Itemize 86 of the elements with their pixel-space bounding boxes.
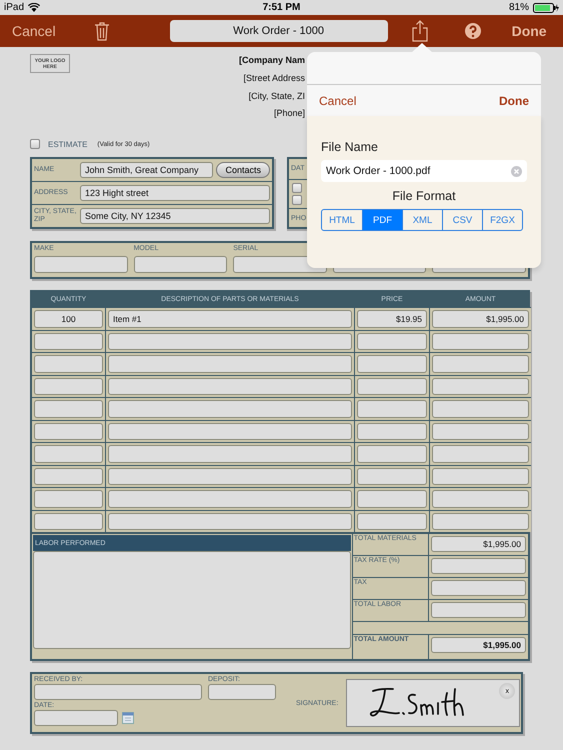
estimate-label: ESTIMATE bbox=[48, 140, 88, 148]
input-field[interactable] bbox=[432, 468, 529, 485]
input-field[interactable] bbox=[432, 512, 529, 530]
done-button[interactable]: Done bbox=[512, 23, 547, 39]
share-icon[interactable] bbox=[412, 20, 428, 42]
input-field[interactable] bbox=[430, 558, 526, 574]
trash-icon[interactable] bbox=[94, 21, 110, 41]
document-title-field[interactable]: Work Order - 1000 bbox=[170, 20, 388, 42]
input-field[interactable]: $1,995.00 bbox=[430, 536, 526, 552]
input-field[interactable] bbox=[108, 468, 352, 485]
file-name-label: File Name bbox=[321, 140, 378, 154]
input-field[interactable] bbox=[108, 378, 352, 395]
input-field[interactable] bbox=[430, 602, 526, 618]
input-field[interactable]: $19.95 bbox=[357, 310, 427, 328]
input-field[interactable]: 123 Hight street bbox=[80, 185, 270, 201]
clear-icon[interactable] bbox=[511, 166, 522, 176]
input-field[interactable] bbox=[108, 490, 352, 508]
battery-icon bbox=[532, 2, 559, 12]
input-field[interactable] bbox=[357, 378, 427, 395]
input-field[interactable]: John Smith, Great Company bbox=[80, 162, 214, 178]
format-segment[interactable]: CSV bbox=[442, 210, 482, 230]
input-field[interactable] bbox=[432, 445, 529, 462]
input-field[interactable] bbox=[357, 400, 427, 418]
input-field[interactable] bbox=[34, 445, 103, 462]
option-checkbox[interactable] bbox=[292, 195, 302, 205]
input-field[interactable]: $1,995.00 bbox=[430, 637, 526, 653]
input-field[interactable] bbox=[34, 490, 103, 508]
input-field[interactable] bbox=[34, 468, 103, 485]
company-info-text: [Street Address bbox=[243, 72, 305, 85]
estimate-checkbox[interactable] bbox=[30, 139, 40, 149]
input-field[interactable] bbox=[430, 580, 526, 596]
option-checkbox[interactable] bbox=[292, 183, 302, 193]
input-field[interactable] bbox=[34, 710, 118, 726]
cancel-button[interactable]: Cancel bbox=[12, 23, 56, 39]
carrier-label: iPad bbox=[4, 2, 24, 13]
input-field[interactable] bbox=[108, 400, 352, 418]
input-field[interactable] bbox=[357, 445, 427, 462]
input-field[interactable] bbox=[34, 332, 103, 350]
format-segment[interactable]: HTML bbox=[322, 210, 362, 230]
input-field[interactable] bbox=[34, 422, 103, 440]
contacts-button[interactable]: Contacts bbox=[216, 162, 270, 178]
battery-percent: 81% bbox=[508, 2, 529, 13]
input-field[interactable] bbox=[432, 490, 529, 508]
input-field[interactable] bbox=[34, 684, 202, 700]
input-field[interactable] bbox=[208, 684, 276, 700]
company-info-text: [City, State, ZI bbox=[248, 90, 305, 103]
input-field[interactable]: Item #1 bbox=[108, 310, 352, 328]
input-field[interactable] bbox=[432, 355, 529, 372]
file-name-field[interactable]: Work Order - 1000.pdf bbox=[321, 160, 527, 182]
input-field[interactable] bbox=[357, 422, 427, 440]
input-field[interactable]: 100 bbox=[34, 310, 103, 328]
input-field[interactable]: Some City, NY 12345 bbox=[80, 208, 270, 224]
calendar-icon[interactable] bbox=[122, 712, 134, 724]
input-field[interactable] bbox=[432, 332, 529, 350]
input-field[interactable] bbox=[432, 400, 529, 418]
input-field[interactable]: $1,995.00 bbox=[432, 310, 529, 328]
input-field[interactable] bbox=[34, 378, 103, 395]
input-field[interactable] bbox=[432, 422, 529, 440]
input-field[interactable] bbox=[357, 355, 427, 372]
input-field[interactable] bbox=[357, 512, 427, 530]
done-button[interactable]: Done bbox=[499, 94, 529, 108]
format-segment[interactable]: F2GX bbox=[482, 210, 522, 230]
format-segment[interactable]: PDF bbox=[362, 210, 402, 230]
input-field[interactable] bbox=[357, 490, 427, 508]
labor-text-area[interactable] bbox=[33, 551, 351, 649]
cancel-button[interactable]: Cancel bbox=[319, 94, 356, 108]
company-info-text: [Phone] bbox=[274, 107, 305, 120]
clock-time: 7:51 PM bbox=[262, 2, 300, 13]
input-field[interactable] bbox=[108, 422, 352, 440]
input-field[interactable] bbox=[108, 332, 352, 350]
company-info-text: [Company Nam bbox=[238, 54, 305, 67]
input-field[interactable] bbox=[357, 468, 427, 485]
input-field[interactable] bbox=[34, 256, 128, 273]
input-field[interactable] bbox=[34, 400, 103, 418]
input-field[interactable] bbox=[134, 256, 228, 273]
input-field[interactable] bbox=[432, 378, 529, 395]
input-field[interactable] bbox=[108, 445, 352, 462]
format-segment[interactable]: XML bbox=[402, 210, 442, 230]
input-field[interactable] bbox=[108, 355, 352, 372]
input-field[interactable] bbox=[357, 332, 427, 350]
help-icon[interactable] bbox=[464, 22, 482, 40]
input-field[interactable] bbox=[34, 512, 103, 530]
input-field[interactable] bbox=[108, 512, 352, 530]
wifi-icon bbox=[28, 3, 40, 12]
input-field[interactable] bbox=[34, 355, 103, 372]
file-format-label: File Format bbox=[392, 189, 456, 203]
